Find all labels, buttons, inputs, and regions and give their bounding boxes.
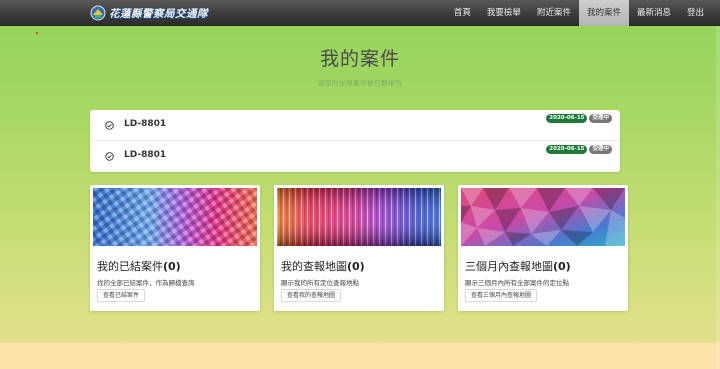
nav-nearby-cases[interactable]: 附近案件 <box>529 0 579 26</box>
nav-my-cases[interactable]: 我的案件 <box>578 0 629 26</box>
top-navbar: 花蓮縣警察局交通隊 首頁 我要檢舉 附近案件 我的案件 最新消息 登出 <box>0 0 720 26</box>
case-status-badge: 受理中 <box>589 145 612 154</box>
low-poly-image <box>461 188 625 246</box>
scrollbar[interactable] <box>716 26 720 369</box>
three-month-report-map-card: 三個月內查報地圖(0) 顯示三個月內所有全部案件的定位點 查看三個月內查報地圖 <box>458 185 628 311</box>
page-subtitle: 將您的全部案件依日期排列 <box>318 79 402 87</box>
nav-home[interactable]: 首頁 <box>446 0 479 26</box>
brand[interactable]: 花蓮縣警察局交通隊 <box>90 3 208 23</box>
decor-dot <box>36 32 38 34</box>
police-logo-icon <box>90 5 106 21</box>
case-badges: 2020-06-15 受理中 <box>546 145 612 154</box>
card-title-text: 我的已結案件 <box>97 260 163 273</box>
check-circle-icon <box>105 121 114 130</box>
case-row[interactable]: LD-8801 2020-06-15 受理中 <box>90 141 620 171</box>
light-streaks-image <box>277 188 441 246</box>
case-date-badge: 2020-06-15 <box>546 114 588 123</box>
card-count: (0) <box>553 260 571 273</box>
nav-links: 首頁 我要檢舉 附近案件 我的案件 最新消息 登出 <box>446 0 712 26</box>
card-description: 顯示三個月內所有全部案件的定位點 <box>465 279 569 287</box>
card-title-text: 我的查報地圖 <box>281 260 347 273</box>
card-title-text: 三個月內查報地圖 <box>465 260 553 273</box>
my-report-map-card: 我的查報地圖(0) 顯示我的所有定位查報地點 查看我的查報地圖 <box>274 185 444 311</box>
case-date-badge: 2020-06-15 <box>546 145 588 154</box>
brand-title: 花蓮縣警察局交通隊 <box>109 7 208 20</box>
card-title: 我的查報地圖(0) <box>281 258 365 274</box>
case-row[interactable]: LD-8801 2020-06-15 受理中 <box>90 110 620 140</box>
nav-report[interactable]: 我要檢舉 <box>479 0 529 26</box>
cases-list: LD-8801 2020-06-15 受理中 LD-8801 2020-06-1… <box>90 110 620 172</box>
card-count: (0) <box>347 260 365 273</box>
nav-logout[interactable]: 登出 <box>679 0 712 26</box>
page-title: 我的案件 <box>319 48 400 70</box>
card-title: 我的已結案件(0) <box>97 258 181 274</box>
card-image-low-poly <box>461 188 625 246</box>
view-closed-cases-button[interactable]: 查看已結案件 <box>97 289 146 302</box>
case-id: LD-8801 <box>124 150 167 160</box>
card-image-light-streaks <box>277 188 441 246</box>
case-id: LD-8801 <box>124 119 167 129</box>
closed-cases-card: 我的已結案件(0) 找的全部已結案件，作為歸檔查詢 查看已結案件 <box>90 185 260 311</box>
nav-news[interactable]: 最新消息 <box>629 0 679 26</box>
view-my-report-map-button[interactable]: 查看我的查報地圖 <box>281 289 342 302</box>
card-description: 找的全部已結案件，作為歸檔查詢 <box>97 279 195 287</box>
card-image-pixel-pattern <box>93 188 257 246</box>
pixel-pattern-image <box>93 188 257 246</box>
check-circle-icon <box>105 152 114 161</box>
view-three-month-map-button[interactable]: 查看三個月內查報地圖 <box>465 289 538 302</box>
case-badges: 2020-06-15 受理中 <box>546 114 612 123</box>
card-title: 三個月內查報地圖(0) <box>465 258 571 274</box>
card-description: 顯示我的所有定位查報地點 <box>281 279 359 287</box>
case-status-badge: 受理中 <box>589 114 612 123</box>
card-count: (0) <box>163 260 181 273</box>
